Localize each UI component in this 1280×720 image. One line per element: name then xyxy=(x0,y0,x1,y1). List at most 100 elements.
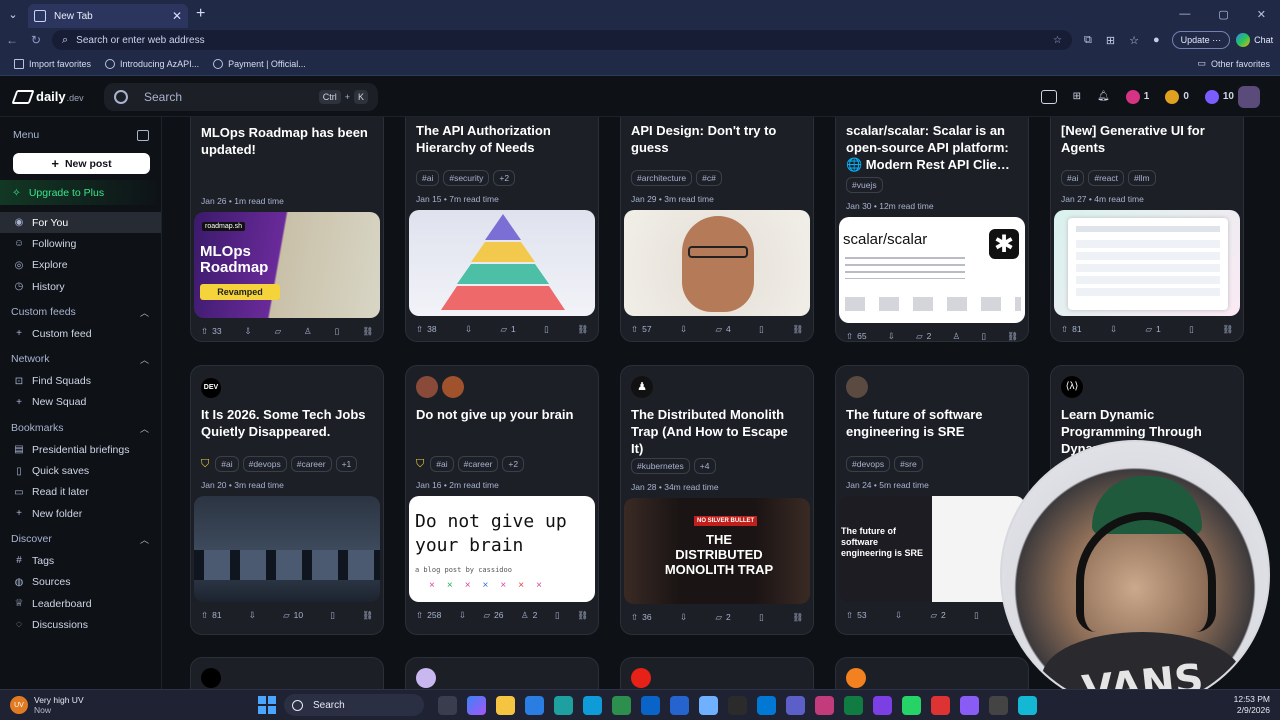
upvote-button[interactable]: ⇧ 36 xyxy=(631,612,652,623)
post-card[interactable] xyxy=(835,657,1029,689)
copy-link-icon[interactable]: ⛓ xyxy=(792,324,803,335)
minimize-icon[interactable]: — xyxy=(1179,8,1190,21)
sidebar-item-find-squads[interactable]: ⊡ Find Squads xyxy=(0,370,161,391)
excel-icon[interactable] xyxy=(844,695,863,715)
upvote-button[interactable]: ⇧ 53 xyxy=(846,610,867,621)
youtube-icon[interactable] xyxy=(631,668,651,688)
bookmark-icon[interactable]: ▯ xyxy=(974,610,979,621)
copilot-app-icon[interactable] xyxy=(467,695,486,715)
copy-link-icon[interactable]: ⛓ xyxy=(362,326,373,337)
close-tab-icon[interactable]: ✕ xyxy=(172,9,182,23)
favorites-icon[interactable]: ☆ xyxy=(1129,34,1139,47)
sidebar-item-new-squad[interactable]: + New Squad xyxy=(0,392,161,413)
sidebar-item-following[interactable]: ☺ Following xyxy=(0,233,161,254)
comment-button[interactable]: ▱ 2 xyxy=(930,610,945,621)
post-card[interactable]: Do not give up your brain ⛉ #ai #career … xyxy=(405,365,599,635)
downvote-icon[interactable]: ⇩ xyxy=(245,326,252,337)
comment-button[interactable]: ▱ 2 xyxy=(916,331,931,342)
collapse-sidebar-icon[interactable] xyxy=(137,129,149,141)
post-card[interactable]: scalar/scalar: Scalar is an open-source … xyxy=(835,117,1029,342)
app-icon[interactable] xyxy=(989,695,1008,715)
comment-icon[interactable]: ▱ xyxy=(275,326,282,337)
tag-chip[interactable]: #c# xyxy=(696,170,722,186)
comment-button[interactable]: ▱ 10 xyxy=(283,610,303,621)
task-view-icon[interactable] xyxy=(438,695,457,715)
recorder-icon[interactable] xyxy=(931,695,950,715)
sidebar-item-custom-feed[interactable]: + Custom feed xyxy=(0,323,161,344)
tag-chip[interactable]: #career xyxy=(457,456,499,472)
streak-counter[interactable]: 1 xyxy=(1125,89,1149,104)
post-card[interactable]: API Design: Don't try to guess #architec… xyxy=(620,117,814,342)
browser-tab[interactable]: New Tab ✕ xyxy=(28,4,188,28)
tag-chip[interactable]: #ai xyxy=(430,456,454,472)
app-icon[interactable] xyxy=(960,695,979,715)
award-icon[interactable]: ♙ xyxy=(953,331,961,342)
source-avatar[interactable]: ♟ xyxy=(631,376,653,398)
edge-dev-icon[interactable] xyxy=(583,695,602,715)
post-card[interactable]: DEV It Is 2026. Some Tech Jobs Quietly D… xyxy=(190,365,384,635)
bookmark-icon[interactable]: ▯ xyxy=(759,612,764,623)
maximize-icon[interactable]: ▢ xyxy=(1218,8,1228,21)
favorite-payment[interactable]: Payment | Official... xyxy=(213,58,306,69)
avatar[interactable] xyxy=(442,376,464,398)
profile-icon[interactable]: ● xyxy=(1153,34,1160,47)
downvote-icon[interactable]: ⇩ xyxy=(465,324,472,335)
section-discover[interactable]: Discover ︿ xyxy=(0,528,161,550)
award-button[interactable]: ♙ 2 xyxy=(521,610,537,621)
tag-chip[interactable]: +1 xyxy=(335,456,358,472)
file-explorer-icon[interactable] xyxy=(496,695,515,715)
tag-chip[interactable]: #devops xyxy=(242,456,287,472)
upvote-button[interactable]: ⇧ 57 xyxy=(631,324,652,335)
back-icon[interactable]: ← xyxy=(0,33,24,47)
notepad-icon[interactable] xyxy=(699,695,718,715)
gems-counter[interactable]: 0 xyxy=(1165,89,1189,104)
downvote-icon[interactable]: ⇩ xyxy=(888,331,895,342)
sidebar-item-sources[interactable]: ◍ Sources xyxy=(0,572,161,593)
tag-chip[interactable]: #ai xyxy=(1061,170,1085,186)
post-card[interactable]: [New] Generative UI for Agents #ai #reac… xyxy=(1050,117,1244,342)
sidebar-item-leaderboard[interactable]: ♕ Leaderboard xyxy=(0,593,161,614)
sidebar-item-tags[interactable]: # Tags xyxy=(0,550,161,571)
bookmark-icon[interactable]: ▯ xyxy=(330,610,335,621)
briefcase-icon[interactable] xyxy=(1040,89,1057,104)
new-tab-button[interactable]: + xyxy=(196,5,205,23)
upgrade-to-plus-button[interactable]: ✧ Upgrade to Plus xyxy=(0,180,161,205)
update-button[interactable]: Update ⋯ xyxy=(1171,31,1231,49)
upvote-button[interactable]: ⇧ 33 xyxy=(201,326,222,337)
windows-start-icon[interactable] xyxy=(258,696,276,714)
teams-icon[interactable] xyxy=(525,695,544,715)
terminal-icon[interactable] xyxy=(728,695,747,715)
sidebar-item-new-folder[interactable]: + New folder xyxy=(0,503,161,524)
bookmark-icon[interactable]: ▯ xyxy=(759,324,764,335)
taskbar-search[interactable]: Search xyxy=(284,694,424,716)
daily-dev-logo[interactable]: daily .dev xyxy=(11,89,94,104)
sidebar-item-explore[interactable]: ◎ Explore xyxy=(0,255,161,276)
copy-link-icon[interactable]: ⛓ xyxy=(1222,324,1233,335)
taskbar-clock[interactable]: 12:53 PM 2/9/2026 xyxy=(1234,694,1270,716)
post-card[interactable]: The API Authorization Hierarchy of Needs… xyxy=(405,117,599,342)
apps-grid-icon[interactable]: ⊞ xyxy=(1073,91,1081,102)
copy-link-icon[interactable]: ⛓ xyxy=(577,610,588,621)
favorite-import[interactable]: Import favorites xyxy=(14,58,91,69)
user-avatar[interactable] xyxy=(1238,85,1260,108)
notifications-bell-icon[interactable]: 🔔︎ xyxy=(1097,91,1110,102)
tag-chip[interactable]: #llm xyxy=(1127,170,1156,186)
bookmark-icon[interactable]: ▯ xyxy=(555,610,560,621)
weather-widget[interactable]: UV Very high UV Now xyxy=(10,695,240,715)
copy-link-icon[interactable]: ⛓ xyxy=(362,610,373,621)
upvote-button[interactable]: ⇧ 65 xyxy=(846,331,867,342)
new-post-button[interactable]: + New post xyxy=(13,153,150,174)
tag-chip[interactable]: #architecture xyxy=(631,170,693,186)
avatar[interactable] xyxy=(416,376,438,398)
bookmark-icon[interactable]: ▯ xyxy=(981,331,986,342)
extensions-icon[interactable]: ⧉ xyxy=(1084,34,1092,47)
tab-actions-icon[interactable]: ⌄ xyxy=(0,0,26,28)
sidebar-item-read-it-later[interactable]: ▭ Read it later xyxy=(0,482,161,503)
award-icon[interactable]: ♙ xyxy=(304,326,312,337)
comment-button[interactable]: ▱ 26 xyxy=(484,610,504,621)
upvote-button[interactable]: ⇧ 81 xyxy=(1061,324,1082,335)
edge-icon[interactable] xyxy=(554,695,573,715)
outlook-icon[interactable] xyxy=(641,695,660,715)
sidebar-item-history[interactable]: ◷ History xyxy=(0,276,161,297)
downvote-icon[interactable]: ⇩ xyxy=(459,610,466,621)
